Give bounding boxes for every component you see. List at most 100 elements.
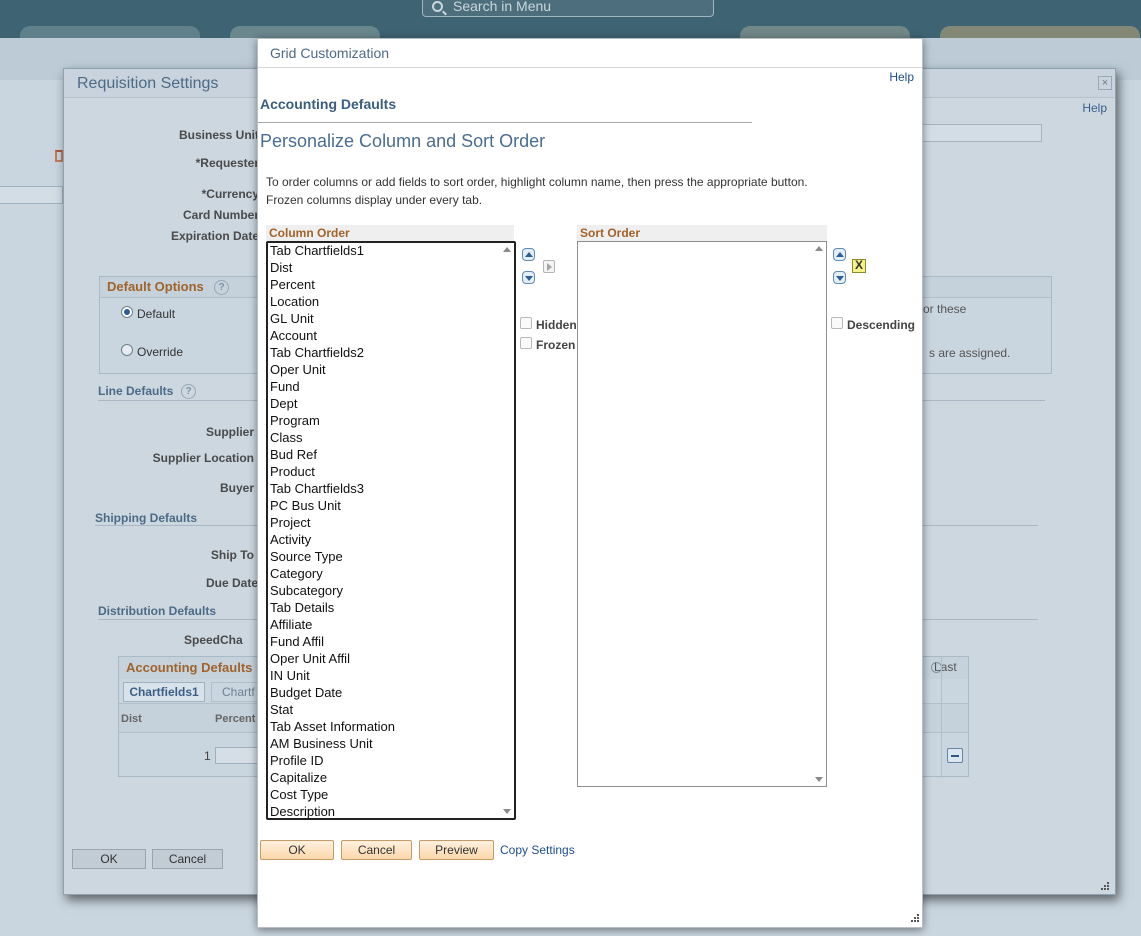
list-scrollbar[interactable] (812, 242, 826, 786)
percent-input[interactable] (215, 747, 261, 764)
column-list-item[interactable]: Class (270, 430, 514, 447)
grid-name-subtitle: Accounting Defaults (260, 96, 397, 112)
copy-settings-link[interactable]: Copy Settings (500, 843, 575, 857)
column-list-item[interactable]: Tab Details (270, 600, 514, 617)
cancel-button[interactable]: Cancel (341, 840, 412, 860)
grid-divider (941, 657, 942, 778)
column-list-item[interactable]: Affiliate (270, 617, 514, 634)
currency-label: *Currency (201, 187, 259, 201)
expiration-date-label: Expiration Date (170, 229, 259, 243)
due-date-label: Due Date (205, 576, 258, 590)
column-list-item[interactable]: Description (270, 804, 514, 818)
preview-button[interactable]: Preview (419, 840, 494, 860)
banner-decoration (20, 26, 200, 38)
column-order-list[interactable]: Tab Chartfields1 Dist Percent Location GL Un… (266, 241, 516, 820)
move-up-button[interactable] (522, 248, 535, 261)
column-list-item[interactable]: Budget Date (270, 685, 514, 702)
column-list-item[interactable]: Activity (270, 532, 514, 549)
column-list-item[interactable]: Bud Ref (270, 447, 514, 464)
column-list-item[interactable]: Dept (270, 396, 514, 413)
list-scrollbar[interactable] (500, 243, 514, 818)
hidden-checkbox[interactable] (520, 317, 532, 329)
column-list-item[interactable]: Project (270, 515, 514, 532)
add-to-sort-button[interactable] (543, 260, 555, 273)
sort-order-list[interactable] (577, 241, 827, 787)
remove-sort-button[interactable]: X (852, 259, 866, 273)
column-list-item[interactable]: Fund (270, 379, 514, 396)
card-number-label: Card Number (182, 208, 259, 222)
scroll-down-icon[interactable] (815, 777, 823, 782)
grid-title: Accounting Defaults (126, 660, 253, 675)
column-list-item[interactable]: Subcategory (270, 583, 514, 600)
scroll-up-icon[interactable] (503, 247, 511, 252)
instruction-text: To order columns or add fields to sort o… (266, 173, 808, 209)
column-list-item[interactable]: Location (270, 294, 514, 311)
override-radio-label: Override (137, 345, 184, 359)
column-list-item[interactable]: Tab Chartfields3 (270, 481, 514, 498)
descending-checkbox[interactable] (831, 317, 843, 329)
resize-grip-icon[interactable] (1100, 881, 1110, 891)
ok-button[interactable]: OK (260, 840, 334, 860)
column-list-item[interactable]: Category (270, 566, 514, 583)
dialog-title: Requisition Settings (77, 75, 219, 92)
hidden-label: Hidden (536, 318, 577, 332)
speedchart-label: SpeedCha (184, 633, 243, 647)
default-radio[interactable] (121, 306, 133, 318)
help-question-icon[interactable]: ? (214, 280, 229, 295)
shipping-defaults-title: Shipping Defaults (95, 511, 197, 525)
column-list-item[interactable]: Product (270, 464, 514, 481)
help-question-icon[interactable]: ? (181, 384, 196, 399)
delete-row-button[interactable] (947, 748, 963, 763)
sort-move-up-button[interactable] (833, 248, 846, 261)
close-icon[interactable]: × (1098, 76, 1112, 90)
sort-move-down-button[interactable] (833, 271, 846, 284)
buyer-label: Buyer (219, 481, 254, 495)
scroll-down-icon[interactable] (503, 809, 511, 814)
column-list-item[interactable]: Fund Affil (270, 634, 514, 651)
instruction-line: Frozen columns display under every tab. (266, 193, 483, 207)
column-list-item[interactable]: PC Bus Unit (270, 498, 514, 515)
column-list-item[interactable]: Dist (270, 260, 514, 277)
cancel-button[interactable]: Cancel (152, 849, 223, 869)
frozen-checkbox[interactable] (520, 337, 532, 349)
column-list-item[interactable]: Stat (270, 702, 514, 719)
column-list-item[interactable]: IN Unit (270, 668, 514, 685)
column-list-item[interactable]: Account (270, 328, 514, 345)
descending-label: Descending (847, 318, 916, 332)
resize-grip-icon[interactable] (910, 913, 920, 923)
column-list-item[interactable]: Cost Type (270, 787, 514, 804)
percent-column-header: Percent (215, 713, 256, 725)
ok-button[interactable]: OK (72, 849, 146, 869)
tab-chartfields1[interactable]: Chartfields1 (123, 682, 205, 702)
column-order-header: Column Order (266, 225, 514, 241)
help-link[interactable]: Help (1082, 101, 1107, 115)
column-list-item[interactable]: Program (270, 413, 514, 430)
column-list-item[interactable]: GL Unit (270, 311, 514, 328)
options-description-text: s are assigned. (929, 346, 1011, 360)
column-list-item[interactable]: AM Business Unit (270, 736, 514, 753)
override-radio[interactable] (121, 344, 133, 356)
tab-chartfields2[interactable]: Chartf (211, 682, 261, 702)
column-list-item[interactable]: Profile ID (270, 753, 514, 770)
last-label: Last (934, 660, 957, 674)
column-list-item[interactable]: Tab Chartfields2 (270, 345, 514, 362)
column-list-item[interactable]: Capitalize (270, 770, 514, 787)
banner-decoration (740, 26, 910, 38)
scroll-up-icon[interactable] (815, 246, 823, 251)
requester-label: *Requester (195, 156, 259, 170)
column-list-item[interactable]: Oper Unit (270, 362, 514, 379)
business-unit-field[interactable] (922, 124, 1042, 142)
menu-search-input[interactable]: Search in Menu (422, 0, 714, 17)
page-heading: Personalize Column and Sort Order (260, 131, 546, 151)
column-list-item[interactable]: Oper Unit Affil (270, 651, 514, 668)
column-list-item[interactable]: Source Type (270, 549, 514, 566)
help-link[interactable]: Help (889, 70, 914, 84)
column-list-item[interactable]: Tab Chartfields1 (270, 243, 514, 260)
column-list-item[interactable]: Tab Asset Information (270, 719, 514, 736)
move-down-button[interactable] (522, 271, 535, 284)
column-list-item[interactable]: Percent (270, 277, 514, 294)
banner-decoration (940, 26, 1140, 38)
frozen-label: Frozen (536, 338, 576, 352)
dist-column-header: Dist (121, 713, 142, 725)
banner-decoration (230, 26, 380, 38)
